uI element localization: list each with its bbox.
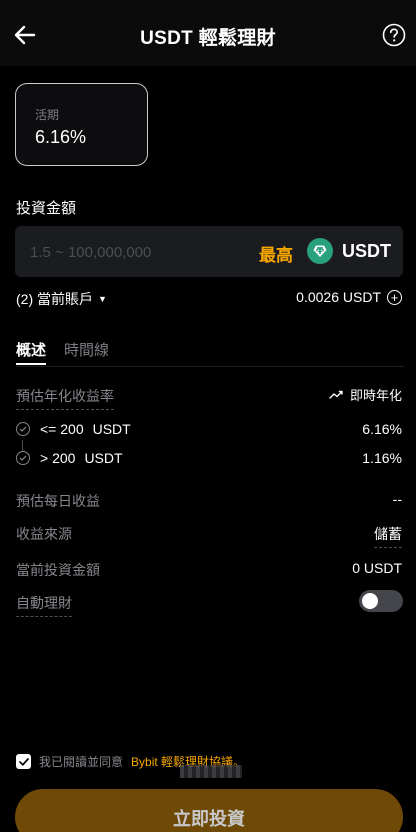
max-button[interactable]: 最高: [259, 241, 293, 266]
content-background: [0, 66, 416, 832]
tab-divider: [16, 366, 404, 367]
tier-rate: 6.16%: [362, 421, 402, 437]
check-icon: [18, 757, 29, 766]
flexible-plan-card[interactable]: 活期 6.16%: [15, 83, 148, 166]
currency-label: USDT: [342, 241, 391, 261]
realtime-apr-label: 即時年化: [349, 388, 402, 403]
tier-range: <= 200: [40, 421, 84, 437]
plan-rate-value: 6.16%: [35, 127, 87, 147]
auto-invest-toggle[interactable]: [359, 590, 403, 612]
earnings-source-label: 收益來源: [16, 526, 72, 542]
account-balance: 0.0026 USDT +: [296, 289, 402, 305]
tether-icon: [307, 238, 333, 264]
tier-range: > 200: [40, 450, 76, 466]
plus-circle-icon[interactable]: +: [387, 289, 402, 305]
agreement-checkbox[interactable]: [16, 754, 31, 769]
tier-rate: 1.16%: [362, 450, 402, 466]
apr-label[interactable]: 預估年化收益率: [16, 386, 114, 410]
realtime-apr-button[interactable]: 即時年化: [329, 385, 402, 404]
investment-amount-label: 投資金額: [16, 200, 77, 217]
balance-value: 0.0026 USDT: [296, 289, 381, 305]
redacted-area: [180, 765, 242, 778]
current-investment-value: 0 USDT: [352, 560, 402, 576]
plan-type-label: 活期: [35, 108, 60, 122]
tab-timeline[interactable]: 時間線: [64, 339, 109, 360]
invest-now-button[interactable]: 立即投資: [15, 789, 403, 832]
auto-invest-label[interactable]: 自動理財: [16, 593, 72, 617]
check-circle-icon: [16, 422, 30, 436]
toggle-knob: [362, 593, 378, 609]
current-investment-label: 當前投資金額: [16, 562, 100, 578]
check-circle-icon: [16, 451, 30, 465]
tier-row: <= 200 USDT: [16, 421, 131, 437]
tier-unit: USDT: [84, 450, 123, 466]
tier-unit: USDT: [92, 421, 131, 437]
tab-overview[interactable]: 概述: [16, 339, 47, 365]
account-label: (2) 當前賬戶: [16, 291, 93, 307]
help-button[interactable]: [380, 21, 408, 49]
page-title: USDT 輕鬆理財: [140, 28, 276, 49]
earnings-source-value[interactable]: 儲蓄: [374, 524, 402, 548]
caret-down-icon: ▼: [98, 294, 107, 304]
trend-line-icon: [329, 390, 343, 399]
amount-field: 最高 USDT: [15, 226, 403, 277]
account-selector[interactable]: (2) 當前賬戶 ▼: [16, 289, 107, 309]
daily-earnings-value: --: [392, 491, 402, 507]
daily-earnings-label: 預估每日收益: [16, 493, 100, 509]
header-bar: USDT 輕鬆理財: [0, 0, 416, 66]
agreement-text: 我已閱讀並同意: [39, 755, 124, 769]
tier-row: > 200 USDT: [16, 450, 123, 466]
invest-now-label: 立即投資: [173, 809, 245, 829]
amount-input[interactable]: [30, 241, 230, 263]
question-circle-icon: [382, 23, 406, 47]
